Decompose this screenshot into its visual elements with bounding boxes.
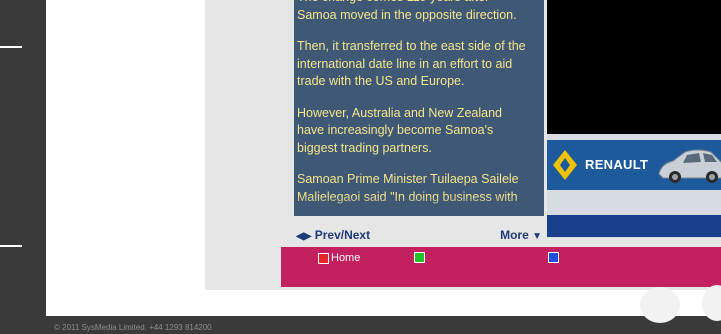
- article-box: The change comes 119 years after Samoa m…: [294, 0, 544, 216]
- article-paragraph: The change comes 119 years after Samoa m…: [297, 0, 517, 22]
- legend-item-blue[interactable]: [548, 252, 559, 263]
- prev-next-button[interactable]: ◀▶ Prev/Next: [296, 228, 370, 242]
- article-text: The change comes 119 years after Samoa m…: [297, 0, 531, 216]
- more-label: More: [500, 228, 529, 242]
- screen-edge-mark-top: [0, 46, 22, 48]
- red-key-icon: [318, 252, 329, 264]
- article-paragraph: However, Australia and New Zealand have …: [297, 105, 502, 155]
- ad-brand-text: RENAULT: [585, 157, 649, 172]
- screen-edge-mark-bottom: [0, 245, 22, 247]
- legend-item-green[interactable]: [414, 252, 425, 263]
- legend-label-home: Home: [331, 252, 361, 264]
- prev-next-label: Prev/Next: [314, 228, 371, 242]
- green-key-icon: [414, 252, 425, 263]
- blue-key-icon: [548, 252, 559, 263]
- left-right-arrows-icon: ◀▶: [296, 231, 312, 242]
- down-triangle-icon: ▼: [532, 231, 542, 242]
- color-key-bar: Home: [281, 247, 721, 287]
- renault-ad-banner[interactable]: RENAULT: [547, 140, 721, 190]
- article-paragraph: Then, it transferred to the east side of…: [297, 39, 526, 88]
- blue-info-bar: [547, 215, 721, 237]
- article-nav: ◀▶ Prev/Next More ▼: [294, 228, 544, 244]
- more-button[interactable]: More ▼: [500, 228, 542, 242]
- renault-logo-icon: [553, 150, 577, 180]
- copyright-footer: © 2011 SysMedia Limited. +44 1293 814200: [54, 323, 212, 332]
- car-icon: [658, 149, 721, 183]
- legend-item-red[interactable]: Home: [318, 252, 360, 264]
- video-window: [547, 0, 721, 134]
- article-fade: [294, 196, 544, 216]
- glare-circle: [640, 287, 680, 323]
